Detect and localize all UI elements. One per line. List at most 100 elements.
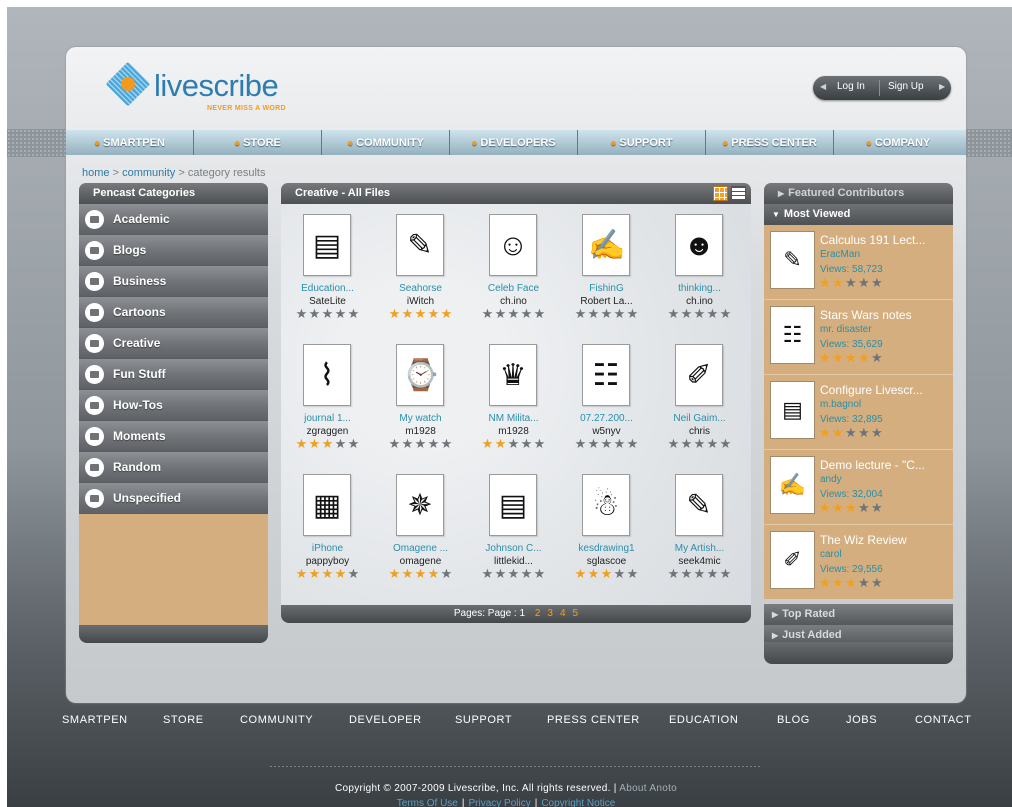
most-viewed-title[interactable]: Configure Livescr...: [820, 383, 923, 397]
pencast-thumbnail[interactable]: ☷: [582, 344, 630, 406]
grid-view-icon[interactable]: [713, 186, 728, 201]
most-viewed-item[interactable]: ✎ Calculus 191 Lect... EracMan Views: 58,72…: [764, 225, 953, 300]
pencast-card[interactable]: ✐ Neil Gaim... chris ★ ★ ★ ★ ★: [653, 334, 746, 454]
most-viewed-author[interactable]: EracMan: [820, 249, 860, 260]
nav-item-press-center[interactable]: ● PRESS CENTER: [706, 130, 834, 155]
category-academic[interactable]: Academic: [79, 204, 268, 235]
terms-link[interactable]: Terms Of Use: [397, 798, 458, 807]
most-viewed-item[interactable]: ▤ Configure Livescr... m.bagnol Views: 32,8…: [764, 375, 953, 450]
most-viewed-title[interactable]: The Wiz Review: [820, 533, 907, 547]
pencast-thumbnail[interactable]: ✎: [675, 474, 723, 536]
nav-item-store[interactable]: ● STORE: [194, 130, 322, 155]
page-link[interactable]: 5: [573, 608, 579, 619]
most-viewed-item[interactable]: ☷ Stars Wars notes mr. disaster Views: 35,6…: [764, 300, 953, 375]
pencast-thumbnail[interactable]: ▦: [303, 474, 351, 536]
nav-item-company[interactable]: ● COMPANY: [834, 130, 962, 155]
pencast-thumbnail[interactable]: ✍: [770, 456, 815, 514]
pencast-card[interactable]: ✎ My Artish... seek4mic ★ ★ ★ ★ ★: [653, 464, 746, 584]
page-link[interactable]: 4: [560, 608, 566, 619]
pencast-card[interactable]: ⌚ My watch m1928 ★ ★ ★ ★ ★: [374, 334, 467, 454]
most-viewed-item[interactable]: ✐ The Wiz Review carol Views: 29,556 ★ ★ ★ ★ ★: [764, 525, 953, 600]
pencast-card[interactable]: ✵ Omagene ... omagene ★ ★ ★ ★ ★: [374, 464, 467, 584]
pencast-thumbnail[interactable]: ✵: [396, 474, 444, 536]
pencast-title[interactable]: thinking...: [653, 283, 746, 294]
pencast-thumbnail[interactable]: ♛: [489, 344, 537, 406]
pencast-thumbnail[interactable]: ▤: [303, 214, 351, 276]
pencast-card[interactable]: ♛ NM Milita... m1928 ★ ★ ★ ★ ★: [467, 334, 560, 454]
nav-item-developers[interactable]: ● DEVELOPERS: [450, 130, 578, 155]
privacy-link[interactable]: Privacy Policy: [468, 798, 530, 807]
pencast-card[interactable]: ☻ thinking... ch.ino ★ ★ ★ ★ ★: [653, 204, 746, 324]
most-viewed-author[interactable]: carol: [820, 549, 842, 560]
most-viewed-author[interactable]: andy: [820, 474, 842, 485]
footer-link-smartpen[interactable]: SMARTPEN: [62, 714, 128, 726]
page-link[interactable]: 3: [547, 608, 553, 619]
pencast-thumbnail[interactable]: ▤: [489, 474, 537, 536]
pencast-thumbnail[interactable]: ✎: [770, 231, 815, 289]
pencast-thumbnail[interactable]: ✍: [582, 214, 630, 276]
category-moments[interactable]: Moments: [79, 421, 268, 452]
pencast-thumbnail[interactable]: ☻: [675, 214, 723, 276]
breadcrumb-community[interactable]: community: [122, 167, 175, 179]
pencast-card[interactable]: ⌇ journal 1... zgraggen ★ ★ ★ ★ ★: [281, 334, 374, 454]
pencast-card[interactable]: ✎ Seahorse iWitch ★ ★ ★ ★ ★: [374, 204, 467, 324]
pencast-thumbnail[interactable]: ✎: [396, 214, 444, 276]
pencast-thumbnail[interactable]: ⌚: [396, 344, 444, 406]
most-viewed-item[interactable]: ✍ Demo lecture - "C... andy Views: 32,004 ★ ★…: [764, 450, 953, 525]
top-rated-tab[interactable]: ▶ Top Rated: [764, 604, 953, 625]
login-button[interactable]: Log In: [837, 81, 865, 92]
pencast-title[interactable]: Seahorse: [374, 283, 467, 294]
pencast-card[interactable]: ▤ Education... SateLite ★ ★ ★ ★ ★: [281, 204, 374, 324]
pencast-title[interactable]: Education...: [281, 283, 374, 294]
pencast-thumbnail[interactable]: ✐: [675, 344, 723, 406]
category-fun-stuff[interactable]: Fun Stuff: [79, 359, 268, 390]
footer-link-developer[interactable]: DEVELOPER: [349, 714, 422, 726]
pencast-card[interactable]: ▦ iPhone pappyboy ★ ★ ★ ★ ★: [281, 464, 374, 584]
pencast-title[interactable]: kesdrawing1: [560, 543, 653, 554]
most-viewed-title[interactable]: Calculus 191 Lect...: [820, 233, 925, 247]
pencast-title[interactable]: My Artish...: [653, 543, 746, 554]
pencast-thumbnail[interactable]: ☺: [489, 214, 537, 276]
signup-button[interactable]: Sign Up: [888, 81, 924, 92]
category-creative[interactable]: Creative: [79, 328, 268, 359]
list-view-icon[interactable]: [731, 186, 746, 201]
pencast-card[interactable]: ✍ FishinG Robert La... ★ ★ ★ ★ ★: [560, 204, 653, 324]
most-viewed-author[interactable]: m.bagnol: [820, 399, 861, 410]
nav-item-smartpen[interactable]: ● SMARTPEN: [66, 130, 194, 155]
pencast-thumbnail[interactable]: ✐: [770, 531, 815, 589]
breadcrumb-home[interactable]: home: [82, 167, 110, 179]
pencast-title[interactable]: NM Milita...: [467, 413, 560, 424]
nav-item-community[interactable]: ● COMMUNITY: [322, 130, 450, 155]
footer-link-store[interactable]: STORE: [163, 714, 204, 726]
most-viewed-tab[interactable]: ▼ Most Viewed: [764, 204, 953, 225]
pencast-title[interactable]: iPhone: [281, 543, 374, 554]
pencast-title[interactable]: Omagene ...: [374, 543, 467, 554]
pencast-card[interactable]: ☺ Celeb Face ch.ino ★ ★ ★ ★ ★: [467, 204, 560, 324]
footer-link-contact[interactable]: CONTACT: [915, 714, 972, 726]
pencast-title[interactable]: FishinG: [560, 283, 653, 294]
pencast-title[interactable]: Celeb Face: [467, 283, 560, 294]
footer-link-jobs[interactable]: JOBS: [846, 714, 877, 726]
featured-contributors-tab[interactable]: ▶ Featured Contributors: [764, 183, 953, 204]
category-unspecified[interactable]: Unspecified: [79, 483, 268, 514]
copyright-notice-link[interactable]: Copyright Notice: [541, 798, 615, 807]
footer-link-blog[interactable]: BLOG: [777, 714, 810, 726]
pencast-thumbnail[interactable]: ☷: [770, 306, 815, 364]
pencast-card[interactable]: ☷ 07.27.200... w5nyv ★ ★ ★ ★ ★: [560, 334, 653, 454]
footer-link-support[interactable]: SUPPORT: [455, 714, 512, 726]
footer-link-press-center[interactable]: PRESS CENTER: [547, 714, 640, 726]
pencast-thumbnail[interactable]: ⌇: [303, 344, 351, 406]
most-viewed-author[interactable]: mr. disaster: [820, 324, 872, 335]
nav-item-support[interactable]: ● SUPPORT: [578, 130, 706, 155]
category-blogs[interactable]: Blogs: [79, 235, 268, 266]
livescribe-logo[interactable]: livescribe NEVER MISS A WORD: [105, 60, 296, 116]
category-business[interactable]: Business: [79, 266, 268, 297]
pencast-card[interactable]: ☃ kesdrawing1 sglascoe ★ ★ ★ ★ ★: [560, 464, 653, 584]
about-anoto-link[interactable]: About Anoto: [619, 783, 677, 794]
pencast-title[interactable]: My watch: [374, 413, 467, 424]
page-link[interactable]: 2: [535, 608, 541, 619]
footer-link-community[interactable]: COMMUNITY: [240, 714, 313, 726]
category-cartoons[interactable]: Cartoons: [79, 297, 268, 328]
pencast-title[interactable]: Neil Gaim...: [653, 413, 746, 424]
pencast-title[interactable]: Johnson C...: [467, 543, 560, 554]
